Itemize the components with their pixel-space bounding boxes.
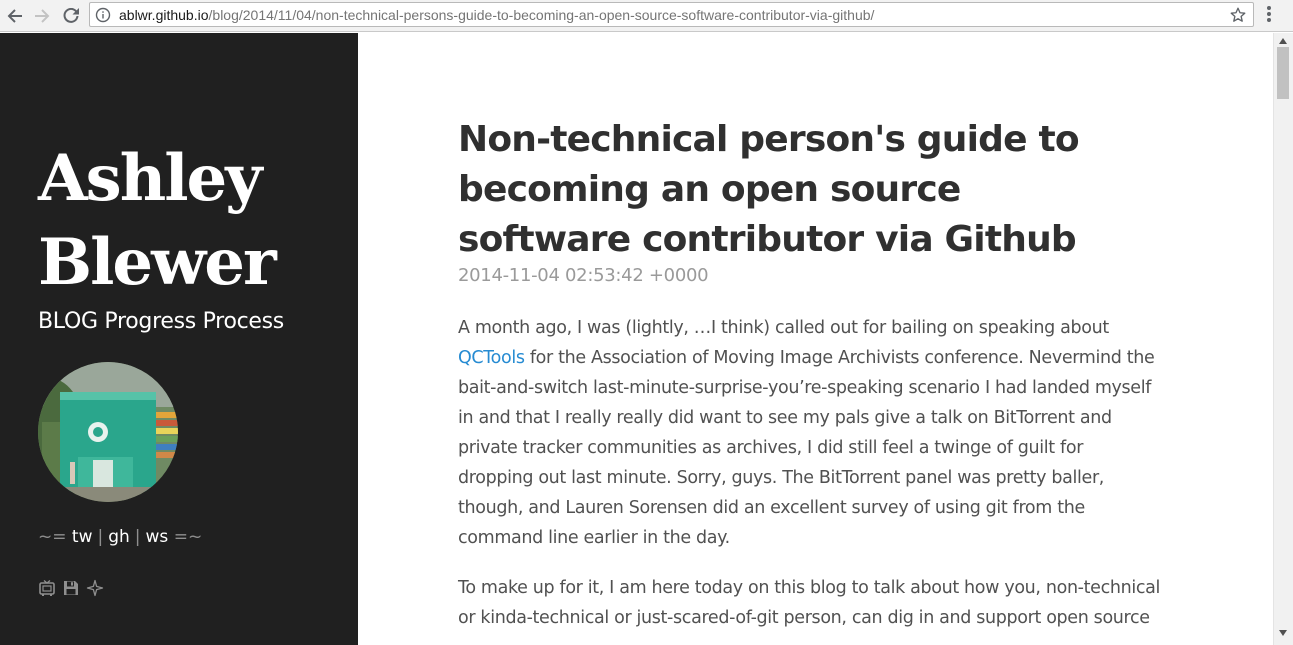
paragraph-line: though, and Lauren Sorensen did an excel…: [458, 498, 1085, 518]
website-link[interactable]: ws: [146, 527, 169, 547]
paragraph-line: in and that I really really did want to …: [458, 408, 1112, 428]
paragraph-line: private tracker communities as archives,…: [458, 438, 1084, 458]
social-prefix: ~=: [38, 527, 67, 547]
reload-icon: [63, 8, 79, 23]
paragraph-line: QCTools for the Association of Moving Im…: [458, 343, 1178, 373]
twitter-link[interactable]: tw: [72, 527, 93, 547]
scroll-up-arrow-icon[interactable]: [1278, 37, 1288, 45]
scrollbar-thumb[interactable]: [1277, 47, 1289, 99]
paragraph-line: command line earlier in the day.: [458, 528, 730, 548]
post-date: 2014-11-04 02:53:42 +0000: [458, 265, 709, 286]
paragraph-line-text: for the Association of Moving Image Arch…: [524, 348, 1155, 368]
site-title[interactable]: Ashley Blewer: [38, 137, 338, 305]
page-scrollbar[interactable]: [1273, 33, 1293, 645]
paragraph-line: To make up for it, I am here today on th…: [458, 578, 1161, 598]
browser-menu-icon[interactable]: [1265, 6, 1273, 24]
sparkle-icon[interactable]: [86, 579, 104, 597]
social-links: ~= tw | gh | ws =~: [38, 527, 202, 547]
url-host: ablwr.github.io: [119, 7, 209, 23]
paragraph-line: bait-and-switch last-minute-surprise-you…: [458, 378, 1152, 398]
paragraph-line: or kinda-technical or just-scared-of-git…: [458, 608, 1150, 628]
site-tagline: BLOG Progress Process: [38, 309, 284, 334]
site-title-first: Ashley: [38, 141, 262, 216]
forward-button[interactable]: [30, 4, 54, 28]
social-divider: |: [134, 527, 141, 547]
address-bar[interactable]: ablwr.github.io/blog/2014/11/04/non-tech…: [89, 2, 1254, 27]
reload-button[interactable]: [59, 4, 83, 28]
arrow-left-icon: [7, 9, 22, 23]
site-title-last: Blewer: [38, 225, 277, 300]
post-title: Non-technical person's guide to becoming…: [458, 119, 1080, 260]
social-suffix: =~: [173, 527, 203, 547]
github-link[interactable]: gh: [108, 527, 130, 547]
browser-toolbar: ablwr.github.io/blog/2014/11/04/non-tech…: [0, 0, 1293, 32]
tv-icon[interactable]: [38, 579, 56, 597]
floppy-disk-icon[interactable]: [62, 579, 80, 597]
back-button[interactable]: [3, 4, 27, 28]
url-text: ablwr.github.io/blog/2014/11/04/non-tech…: [119, 7, 874, 23]
paragraph-line: A month ago, I was (lightly, …I think) c…: [458, 318, 1109, 338]
avatar: [38, 362, 178, 502]
bookmark-star-icon[interactable]: [1229, 6, 1247, 24]
info-icon[interactable]: [95, 7, 111, 23]
sidebar-icon-row: [38, 579, 104, 597]
post-paragraph: To make up for it, I am here today on th…: [458, 573, 1178, 633]
qctools-link[interactable]: QCTools: [458, 348, 525, 368]
post-paragraph: A month ago, I was (lightly, …I think) c…: [458, 313, 1178, 553]
scroll-down-arrow-icon[interactable]: [1278, 629, 1288, 637]
sidebar: Ashley Blewer BLOG Progress Process ~= t…: [0, 33, 358, 645]
main-content: Non-technical person's guide to becoming…: [358, 33, 1273, 645]
paragraph-line: dropping out last minute. Sorry, guys. T…: [458, 468, 1105, 488]
social-divider: |: [97, 527, 104, 547]
arrow-right-icon: [35, 9, 50, 23]
url-path: /blog/2014/11/04/non-technical-persons-g…: [208, 7, 875, 23]
